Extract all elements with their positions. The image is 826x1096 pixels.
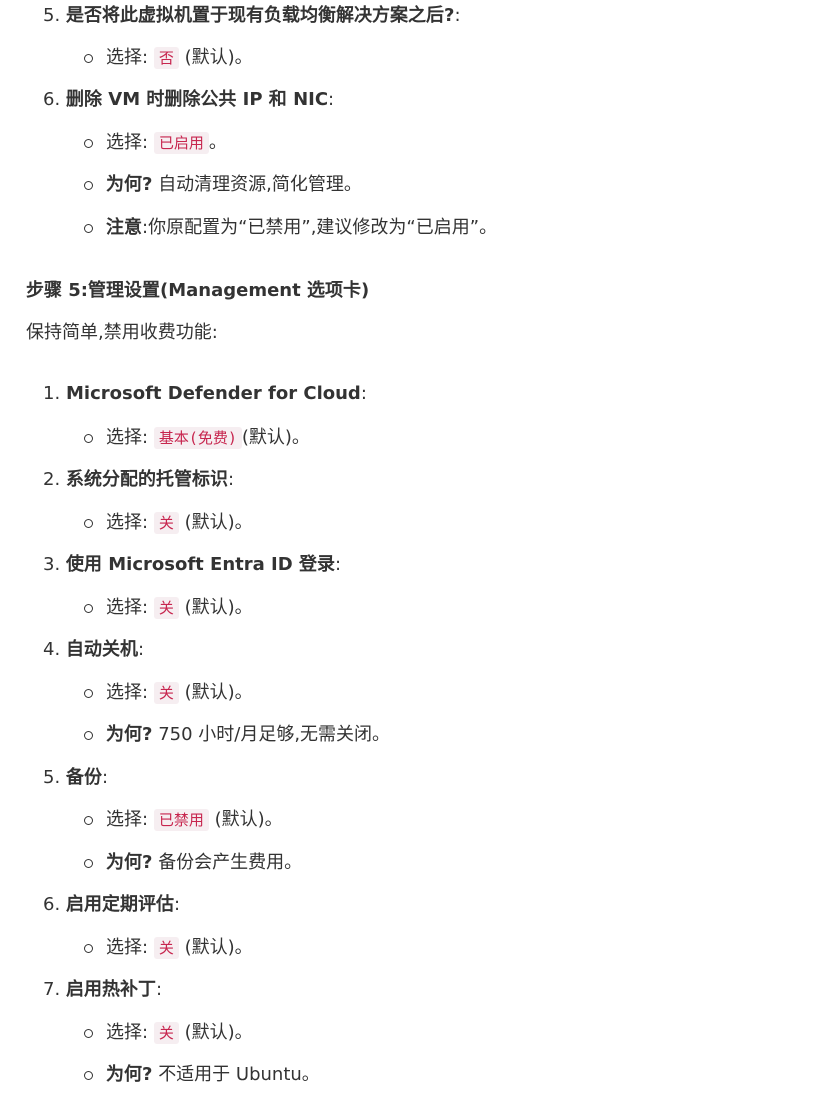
why-text: 不适用于 Ubuntu。 [158,1064,320,1085]
option-value-code: 关 [153,512,179,534]
bullet-circle-icon [84,224,93,233]
option-note: (默认)。 [184,1022,253,1043]
step-heading: 步骤 5:管理设置(Management 选项卡) [26,280,370,301]
list-number: 5. [43,5,61,26]
bullet-circle-icon [84,54,93,63]
bullet-circle-icon [84,1029,93,1038]
item-title: 使用 Microsoft Entra ID 登录 [66,554,335,575]
why-label: 为何? [106,724,153,745]
list-number: 2. [43,469,61,490]
bullet-circle-icon [84,604,93,613]
option-note: (默认)。 [184,597,253,618]
option-value-code: 关 [153,597,179,619]
item-title: 启用热补丁 [66,979,156,1000]
option-note: (默认)。 [184,682,253,703]
why-text: 750 小时/月足够,无需关闭。 [158,724,391,745]
list-number: 1. [43,383,61,404]
option-label: 选择: [106,682,149,703]
option-value-code: 已禁用 [153,809,209,831]
title-suffix: : [360,383,367,404]
option-label: 选择: [106,512,149,533]
option-note: (默认)。 [241,427,310,448]
list-number: 6. [43,894,61,915]
bullet-circle-icon [84,816,93,825]
item-title: 是否将此虚拟机置于现有负载均衡解决方案之后? [66,5,455,26]
item-title: 备份 [66,767,102,788]
bullet-circle-icon [84,434,93,443]
option-value-code: 已启用 [153,132,209,154]
bullet-circle-icon [84,181,93,190]
option-value-code: 关 [153,937,179,959]
option-label: 选择: [106,809,149,830]
note-text: :你原配置为“已禁用”,建议修改为“已启用”。 [142,217,498,238]
bullet-circle-icon [84,944,93,953]
option-value-code: 关 [153,1022,179,1044]
option-note: (默认)。 [184,937,253,958]
title-suffix: : [174,894,181,915]
title-suffix: : [156,979,163,1000]
option-label: 选择: [106,427,149,448]
option-label: 选择: [106,937,149,958]
title-suffix: : [228,469,235,490]
item-title: Microsoft Defender for Cloud [66,383,361,404]
list-number: 5. [43,767,61,788]
list-number: 4. [43,639,61,660]
item-title: 删除 VM 时删除公共 IP 和 NIC [66,89,329,110]
option-note: (默认)。 [184,512,253,533]
item-title: 系统分配的托管标识 [66,469,228,490]
title-suffix: : [328,89,335,110]
title-suffix: : [138,639,145,660]
why-label: 为何? [106,852,153,873]
title-suffix: : [334,554,342,575]
intro-text: 保持简单,禁用收费功能: [26,322,218,343]
item-title: 启用定期评估 [66,894,174,915]
title-suffix: : [102,767,109,788]
option-note: 。 [208,132,227,153]
list-number: 3. [43,554,61,575]
option-label: 选择: [106,597,149,618]
bullet-circle-icon [84,139,93,148]
why-label: 为何? [106,1064,153,1085]
option-note: (默认)。 [214,809,283,830]
bullet-circle-icon [84,1071,93,1080]
bullet-circle-icon [84,859,93,868]
why-label: 为何? [106,174,153,195]
option-label: 选择: [106,47,149,68]
bullet-circle-icon [84,731,93,740]
bullet-circle-icon [84,519,93,528]
option-value-code: 否 [153,47,179,69]
why-text: 备份会产生费用。 [158,852,303,873]
list-number: 6. [43,89,61,110]
option-value-code: 关 [153,682,179,704]
option-value-code: 基本(免费) [153,427,242,449]
why-text: 自动清理资源,简化管理。 [158,174,362,195]
note-label: 注意 [106,217,142,238]
list-number: 7. [43,979,61,1000]
bullet-circle-icon [84,689,93,698]
option-note: (默认)。 [184,47,253,68]
title-suffix: : [454,5,461,26]
item-title: 自动关机 [66,639,138,660]
option-label: 选择: [106,1022,149,1043]
option-label: 选择: [106,132,149,153]
